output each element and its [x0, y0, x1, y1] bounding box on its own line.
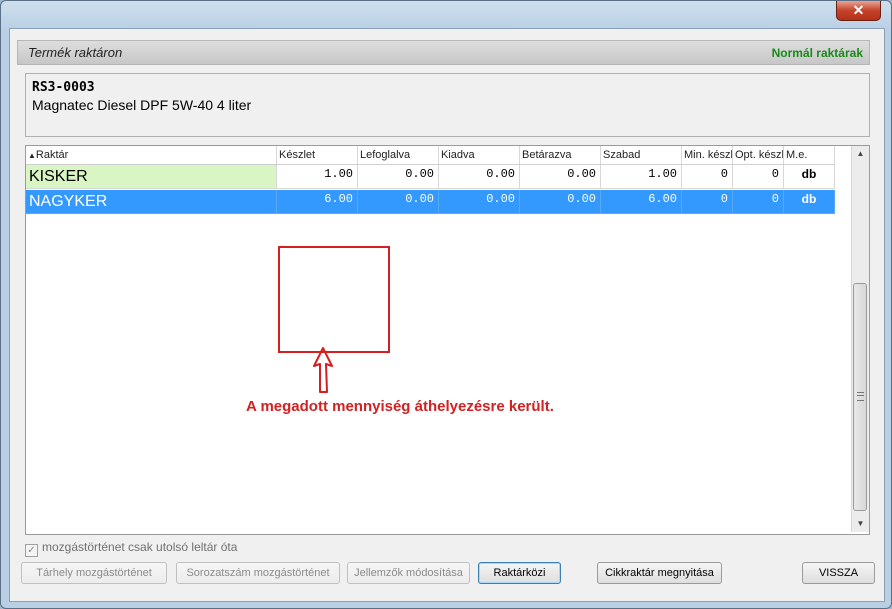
sort-ascending-icon: ▲	[28, 151, 36, 160]
stock-grid[interactable]: ▲Raktár Készlet Lefoglalva Kiadva Betára…	[25, 145, 870, 535]
cell-min-keszlet: 0	[682, 165, 733, 189]
location-history-button[interactable]: Tárhely mozgástörténet	[21, 562, 167, 584]
history-checkbox-label: mozgástörténet csak utolsó leltár óta	[42, 540, 238, 554]
table-row[interactable]: NAGYKER 6.00 0.00 0.00 0.00 6.00 0 0 db	[26, 190, 835, 214]
inter-warehouse-button[interactable]: Raktárközi	[478, 562, 561, 584]
section-header: Termék raktáron Normál raktárak	[17, 40, 870, 65]
highlight-box	[278, 246, 390, 353]
cell-lefoglalva: 0.00	[358, 165, 439, 189]
open-item-warehouse-button[interactable]: Cikkraktár megnyitása	[597, 562, 722, 584]
annotation-text: A megadott mennyiség áthelyezésre került…	[246, 398, 554, 415]
history-checkbox-row[interactable]: ✓ mozgástörténet csak utolsó leltár óta	[25, 540, 237, 557]
column-header-betarazva[interactable]: Betárazva	[520, 146, 601, 164]
edit-properties-button[interactable]: Jellemzők módosítása	[347, 562, 470, 584]
cell-szabad: 1.00	[601, 165, 682, 189]
cell-betarazva: 0.00	[520, 165, 601, 189]
close-button[interactable]: ✕	[836, 1, 881, 21]
cell-raktar: KISKER	[26, 165, 277, 189]
cell-me: db	[784, 165, 835, 189]
column-header-me[interactable]: M.e.	[784, 146, 835, 164]
table-row[interactable]: KISKER 1.00 0.00 0.00 0.00 1.00 0 0 db	[26, 165, 835, 189]
column-header-min-keszlet[interactable]: Min. készl	[682, 146, 733, 164]
product-info: RS3-0003 Magnatec Diesel DPF 5W-40 4 lit…	[25, 73, 870, 137]
cell-keszlet: 6.00	[277, 190, 358, 214]
column-header-szabad[interactable]: Szabad	[601, 146, 682, 164]
cell-lefoglalva: 0.00	[358, 190, 439, 214]
section-title: Termék raktáron	[28, 45, 123, 60]
dialog-content: Termék raktáron Normál raktárak RS3-0003…	[9, 28, 885, 602]
vertical-scrollbar[interactable]: ▲ ▼	[851, 146, 869, 532]
cell-betarazva: 0.00	[520, 190, 601, 214]
arrow-up-icon	[313, 347, 333, 393]
cell-kiadva: 0.00	[439, 165, 520, 189]
column-header-raktar[interactable]: ▲Raktár	[26, 146, 277, 164]
close-icon: ✕	[852, 2, 865, 18]
history-checkbox[interactable]: ✓	[25, 544, 38, 557]
dialog-window: ✕ Termék raktáron Normál raktárak RS3-00…	[0, 0, 892, 609]
warehouse-type-label: Normál raktárak	[771, 46, 863, 60]
column-header-opt-keszlet[interactable]: Opt. készl	[733, 146, 784, 164]
product-code: RS3-0003	[32, 80, 95, 95]
grip-icon	[857, 392, 864, 401]
column-header-lefoglalva[interactable]: Lefoglalva	[358, 146, 439, 164]
cell-raktar: NAGYKER	[26, 190, 277, 214]
cell-szabad: 6.00	[601, 190, 682, 214]
column-header-kiadva[interactable]: Kiadva	[439, 146, 520, 164]
column-header-keszlet[interactable]: Készlet	[277, 146, 358, 164]
cell-kiadva: 0.00	[439, 190, 520, 214]
cell-me: db	[784, 190, 835, 214]
back-button[interactable]: VISSZA	[802, 562, 875, 584]
cell-opt-keszlet: 0	[733, 165, 784, 189]
scroll-up-icon[interactable]: ▲	[852, 146, 869, 162]
serial-history-button[interactable]: Sorozatszám mozgástörténet	[176, 562, 340, 584]
grid-header: ▲Raktár Készlet Lefoglalva Kiadva Betára…	[26, 146, 835, 165]
product-name: Magnatec Diesel DPF 5W-40 4 liter	[32, 97, 252, 113]
title-bar[interactable]: ✕	[1, 1, 891, 27]
cell-opt-keszlet: 0	[733, 190, 784, 214]
scroll-down-icon[interactable]: ▼	[852, 516, 869, 532]
cell-keszlet: 1.00	[277, 165, 358, 189]
scroll-thumb[interactable]	[853, 283, 867, 511]
cell-min-keszlet: 0	[682, 190, 733, 214]
